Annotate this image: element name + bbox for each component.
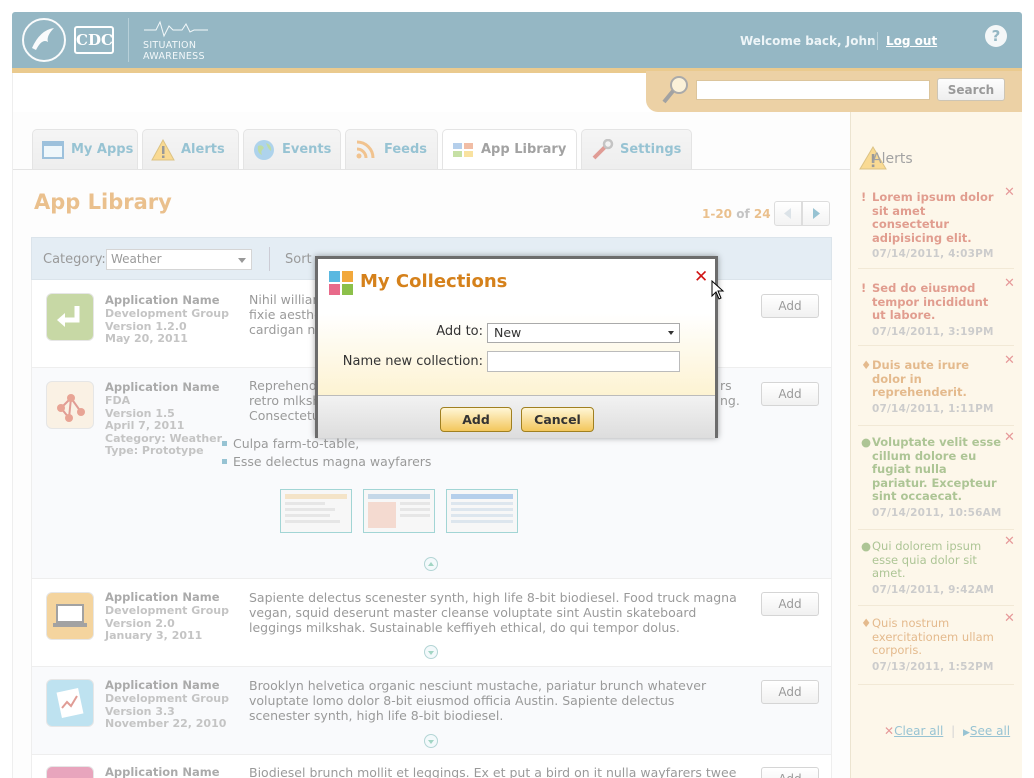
- dialog-body: My Collections ✕ Add to: New Name new co…: [318, 259, 715, 395]
- dialog-footer: Add Cancel: [318, 395, 715, 438]
- collections-icon: [329, 271, 353, 295]
- add-to-select[interactable]: New: [487, 323, 680, 343]
- my-collections-dialog: My Collections ✕ Add to: New Name new co…: [315, 256, 718, 438]
- close-icon[interactable]: ✕: [694, 267, 708, 287]
- name-collection-label: Name new collection:: [342, 354, 483, 369]
- mouse-cursor-icon: [711, 280, 725, 300]
- add-collection-button[interactable]: Add: [440, 407, 512, 432]
- collection-name-input[interactable]: [487, 351, 680, 372]
- cancel-button[interactable]: Cancel: [521, 407, 594, 432]
- add-to-label: Add to:: [436, 324, 483, 339]
- dialog-title: My Collections: [360, 271, 508, 292]
